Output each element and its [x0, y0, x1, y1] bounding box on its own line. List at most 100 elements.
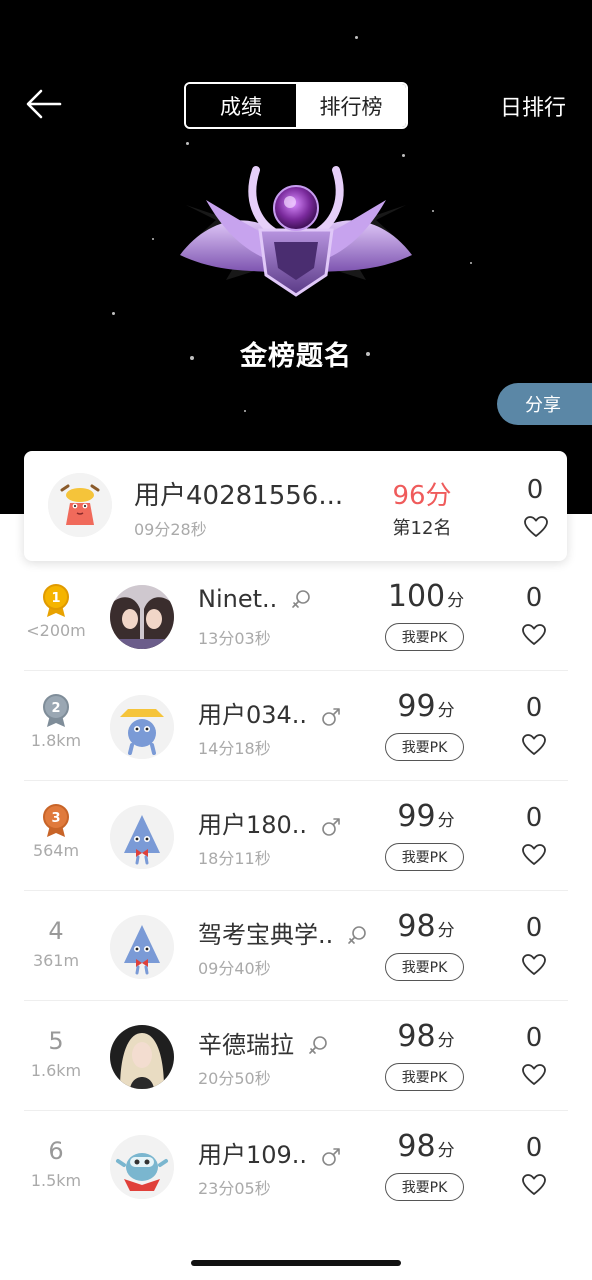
score-value: 98	[397, 909, 436, 944]
score-unit: 分	[447, 591, 465, 611]
rank-number: 5	[48, 1027, 64, 1055]
pk-challenge-button[interactable]: 我要PK	[385, 1173, 464, 1201]
completion-time: 09分40秒	[198, 959, 271, 978]
score-unit: 分	[437, 921, 455, 941]
view-segmented-control: 成绩 排行榜	[184, 82, 408, 129]
username-text: 用户034..	[198, 701, 308, 729]
heart-icon[interactable]	[521, 1063, 547, 1087]
list-item[interactable]: 5 1.6km 辛德瑞拉 20分50秒 98 分 我要PK 0	[0, 1001, 592, 1111]
list-item[interactable]: 1 <200m Ninet.. 13分03秒 100 分 我要PK 0	[0, 561, 592, 671]
distance: 564m	[32, 841, 80, 860]
heart-icon[interactable]	[521, 843, 547, 867]
home-indicator[interactable]	[191, 1260, 401, 1266]
heart-icon[interactable]	[521, 733, 547, 757]
pk-challenge-button[interactable]: 我要PK	[385, 953, 464, 981]
daily-ranking-button[interactable]: 日排行	[500, 90, 566, 122]
list-item[interactable]: 2 1.8km 用户034.. 14分18秒 99 分 我要PK 0	[0, 671, 592, 781]
medal-number: 2	[51, 701, 60, 716]
rank-cell: 4 361m	[16, 913, 96, 970]
username-text: Ninet..	[198, 585, 278, 613]
rank-cell: 5 1.6km	[16, 1023, 96, 1080]
avatar[interactable]	[110, 585, 174, 649]
female-gender-icon	[292, 590, 310, 608]
my-score: 96分	[392, 481, 452, 511]
leaderboard-header: 成绩 排行榜 日排行 金榜题名 分享	[0, 0, 592, 514]
female-gender-icon	[308, 1036, 327, 1054]
winged-shield-badge-icon	[180, 166, 412, 297]
score: 99 分	[376, 689, 476, 724]
medal-number: 3	[51, 811, 60, 826]
medal-number: 1	[51, 591, 60, 606]
my-like-count: 0	[526, 475, 544, 505]
username-text: 辛德瑞拉	[198, 1031, 294, 1059]
username[interactable]: 用户109..	[198, 1135, 341, 1170]
score: 98 分	[376, 1019, 476, 1054]
avatar[interactable]	[110, 695, 174, 759]
username[interactable]: 驾考宝典学..	[198, 915, 367, 950]
avatar	[48, 473, 112, 537]
my-completion-time: 09分28秒	[134, 520, 207, 539]
pk-challenge-button[interactable]: 我要PK	[385, 623, 464, 651]
mascot-avatar-icon	[110, 695, 174, 759]
avatar[interactable]	[110, 1135, 174, 1199]
rank-number: 4	[48, 917, 64, 945]
avatar[interactable]	[110, 915, 174, 979]
badge-title: 金榜题名	[240, 341, 352, 372]
like-count: 0	[525, 583, 543, 613]
score: 99 分	[376, 799, 476, 834]
pk-challenge-button[interactable]: 我要PK	[385, 1063, 464, 1091]
like-count: 0	[525, 1133, 543, 1163]
tab-scores[interactable]: 成绩	[186, 84, 296, 127]
score-unit: 分	[437, 1031, 455, 1051]
my-rank: 第12名	[392, 518, 452, 539]
silver-medal-icon: 2	[43, 694, 69, 727]
username-text: 用户109..	[198, 1141, 308, 1169]
male-gender-icon	[321, 1148, 340, 1166]
score-unit: 分	[437, 1141, 455, 1161]
tab-leaderboard[interactable]: 排行榜	[296, 84, 406, 127]
pk-challenge-button[interactable]: 我要PK	[385, 733, 464, 761]
like-count: 0	[525, 803, 543, 833]
distance: 1.5km	[30, 1171, 82, 1190]
like-count: 0	[525, 1023, 543, 1053]
avatar[interactable]	[110, 805, 174, 869]
heart-icon[interactable]	[521, 1173, 547, 1197]
rank-cell: 1 <200m	[16, 583, 96, 640]
score-value: 100	[387, 579, 446, 614]
male-gender-icon	[321, 708, 340, 726]
list-item[interactable]: 4 361m 驾考宝典学.. 09分40秒 98 分 我要PK 0	[0, 891, 592, 1001]
my-ranking-card[interactable]: 用户40281556... 09分28秒 96分 第12名 0	[24, 451, 567, 561]
completion-time: 23分05秒	[198, 1179, 271, 1198]
score-value: 99	[397, 689, 436, 724]
username[interactable]: 用户034..	[198, 695, 341, 730]
pk-challenge-button[interactable]: 我要PK	[385, 843, 464, 871]
score-value: 98	[397, 1019, 436, 1054]
score-unit: 分	[437, 811, 455, 831]
completion-time: 13分03秒	[198, 629, 271, 648]
heart-icon[interactable]	[523, 515, 549, 539]
mascot-avatar-icon	[110, 805, 174, 869]
heart-icon[interactable]	[521, 623, 547, 647]
rank-cell: 6 1.5km	[16, 1133, 96, 1190]
score: 100 分	[376, 579, 476, 614]
score-value: 99	[397, 799, 436, 834]
completion-time: 14分18秒	[198, 739, 271, 758]
mascot-avatar-icon	[110, 1135, 174, 1199]
avatar[interactable]	[110, 1025, 174, 1089]
completion-time: 20分50秒	[198, 1069, 271, 1088]
back-arrow-icon[interactable]	[24, 86, 64, 122]
like-count: 0	[525, 913, 543, 943]
list-item[interactable]: 6 1.5km 用户109.. 23分05秒 98 分 我要PK 0	[0, 1111, 592, 1221]
rank-cell: 3 564m	[16, 803, 96, 860]
list-item[interactable]: 3 564m 用户180.. 18分11秒 99 分 我要PK 0	[0, 781, 592, 891]
username[interactable]: 辛德瑞拉	[198, 1025, 328, 1060]
heart-icon[interactable]	[521, 953, 547, 977]
photo-avatar-icon	[110, 585, 174, 649]
mascot-avatar-icon	[48, 473, 112, 537]
score: 98 分	[376, 909, 476, 944]
score-value: 98	[397, 1129, 436, 1164]
username[interactable]: 用户180..	[198, 805, 341, 840]
username[interactable]: Ninet..	[198, 585, 311, 613]
username-text: 用户180..	[198, 811, 308, 839]
share-button[interactable]: 分享	[497, 383, 592, 425]
